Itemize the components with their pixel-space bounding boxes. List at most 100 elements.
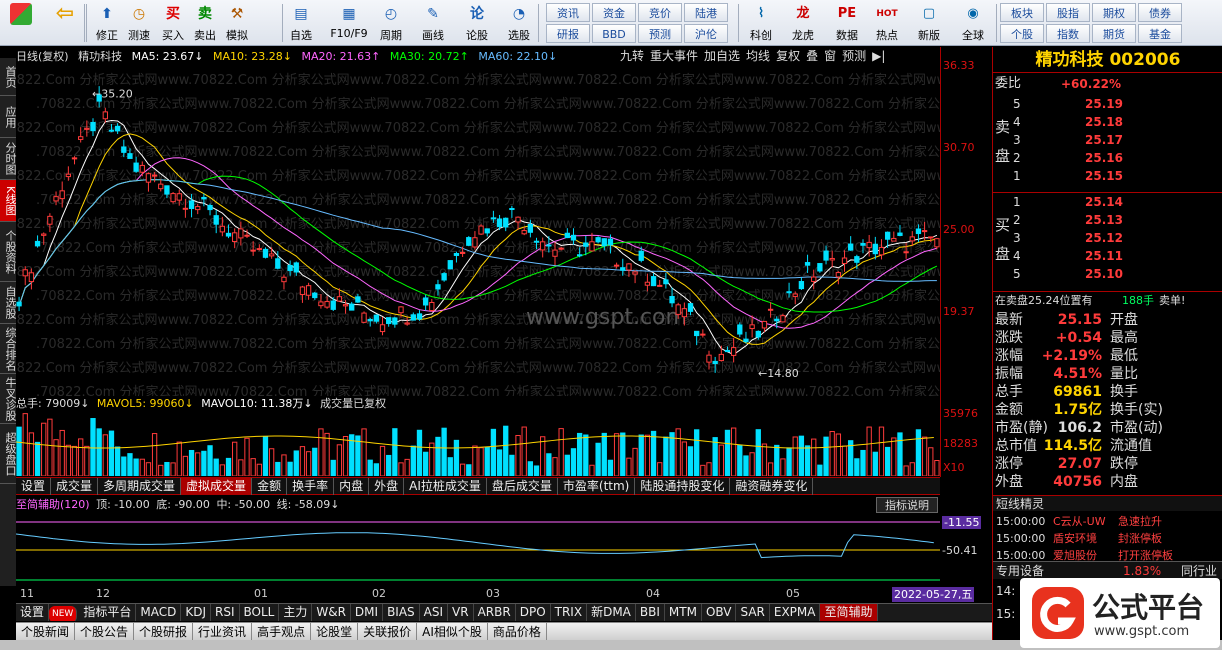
toolbar-small-button[interactable]: 期货	[1092, 24, 1136, 43]
left-tab[interactable]: 牛叉诊股	[0, 374, 17, 424]
buy-level-row[interactable]: 4 25.11	[993, 247, 1222, 265]
toolbar-small-button[interactable]: 研报	[546, 24, 590, 43]
buy-level-row[interactable]: 2 25.13	[993, 211, 1222, 229]
indicator-tab[interactable]: ASI	[420, 604, 449, 621]
toolbar-2-button[interactable]: 买买入	[156, 2, 190, 44]
grid-menu-icon[interactable]	[4, 2, 38, 44]
volume-tab[interactable]: AI拉桩成交量	[404, 478, 487, 495]
toolbar-small-button[interactable]: 债券	[1138, 3, 1182, 22]
volume-tab[interactable]: 设置	[16, 478, 52, 495]
toolbar-4-button[interactable]: ⚒ 模拟	[220, 2, 254, 44]
indicator-tab[interactable]: EXPMA	[770, 604, 821, 621]
left-tab[interactable]: 超级盘口	[0, 424, 17, 484]
volume-tab[interactable]: 外盘	[369, 478, 405, 495]
toolbar-0-button[interactable]: ⬆ 修正	[90, 2, 124, 44]
toolbar-6-button[interactable]: ▦ F10/F9	[328, 2, 370, 44]
sell-level-row[interactable]: 2 25.16	[993, 149, 1222, 167]
info-tab[interactable]: AI相似个股	[417, 623, 488, 640]
toolbar-small-button[interactable]: 指数	[1046, 24, 1090, 43]
volume-tab[interactable]: 融资融券变化	[730, 478, 814, 495]
indicator-tab[interactable]: MACD	[136, 604, 182, 621]
alert-row[interactable]: 15:00:00 盾安环境 封涨停板	[993, 530, 1222, 547]
left-tab[interactable]: K线图	[0, 180, 17, 222]
short-term-alerts-title[interactable]: 短线精灵	[993, 495, 1222, 511]
toolbar2-3-button[interactable]: HOT 热点	[870, 2, 904, 44]
period-label[interactable]: 日线(复权)	[16, 50, 69, 63]
indicator-tab[interactable]: MTM	[665, 604, 702, 621]
buy-level-row[interactable]: 3 25.12	[993, 229, 1222, 247]
toolbar-9-button[interactable]: 论论股	[460, 2, 494, 44]
volume-tab[interactable]: 成交量	[51, 478, 99, 495]
volume-tab[interactable]: 金额	[252, 478, 288, 495]
toolbar-small-button[interactable]: 期权	[1092, 3, 1136, 22]
chart-tool-button[interactable]: 叠	[806, 49, 818, 63]
indicator-tab[interactable]: 至简辅助	[820, 604, 878, 621]
chart-tool-button[interactable]: 预测	[842, 49, 866, 63]
toolbar-small-button[interactable]: 资讯	[546, 3, 590, 22]
left-tab[interactable]: 个股资料	[0, 222, 17, 282]
toolbar-small-button[interactable]: 股指	[1046, 3, 1090, 22]
indicator-tab[interactable]: SAR	[736, 604, 770, 621]
buy-level-row[interactable]: 5 25.10	[993, 265, 1222, 283]
indicator-tab[interactable]: TRIX	[551, 604, 588, 621]
toolbar-small-button[interactable]: BBD	[592, 24, 636, 43]
toolbar2-4-button[interactable]: ▢ 新版	[912, 2, 946, 44]
indicator-tab[interactable]: OBV	[702, 604, 737, 621]
indicator-tab[interactable]: BIAS	[383, 604, 420, 621]
indicator-tab[interactable]: W&R	[312, 604, 351, 621]
volume-tab[interactable]: 盘后成交量	[487, 478, 558, 495]
chart-tool-button[interactable]: 九转	[620, 49, 644, 63]
toolbar2-0-button[interactable]: ⌇ 科创	[744, 2, 778, 44]
buy-level-row[interactable]: 1 25.14	[993, 193, 1222, 211]
indicator-tab[interactable]: DMI	[351, 604, 384, 621]
left-tab[interactable]: 应用	[0, 96, 17, 138]
alert-row[interactable]: 15:00:00 C云从-UW 急速拉升	[993, 513, 1222, 530]
indicator-tab[interactable]: 设置	[16, 604, 50, 621]
left-tab[interactable]: 自选股	[0, 282, 17, 324]
sell-level-row[interactable]: 5 25.19	[993, 95, 1222, 113]
indicator-tab[interactable]: 指标平台	[79, 604, 137, 621]
toolbar2-5-button[interactable]: ◉ 全球	[956, 2, 990, 44]
indicator-tab[interactable]: DPO	[516, 604, 551, 621]
volume-tab[interactable]: 换手率	[287, 478, 335, 495]
toolbar-7-button[interactable]: ◴ 周期	[374, 2, 408, 44]
chart-tool-button[interactable]: ▶|	[872, 49, 885, 63]
indicator-tab[interactable]: 主力	[279, 604, 313, 621]
indicator-tab[interactable]: BBI	[636, 604, 665, 621]
volume-tab[interactable]: 多周期成交量	[98, 478, 182, 495]
indicator-tab[interactable]: RSI	[211, 604, 240, 621]
toolbar-small-button[interactable]: 基金	[1138, 24, 1182, 43]
info-tab[interactable]: 关联报价	[358, 623, 418, 640]
volume-tab[interactable]: 市盈率(ttm)	[558, 478, 636, 495]
chart-tool-button[interactable]: 窗	[824, 49, 836, 63]
left-tab[interactable]: 首页	[0, 58, 17, 96]
indicator-chart[interactable]	[16, 514, 940, 586]
info-tab[interactable]: 商品价格	[488, 623, 547, 640]
toolbar2-1-button[interactable]: 龙龙虎	[786, 2, 820, 44]
sell-level-row[interactable]: 4 25.18	[993, 113, 1222, 131]
left-tab[interactable]: 综合排名	[0, 324, 17, 374]
volume-tab[interactable]: 内盘	[334, 478, 370, 495]
indicator-tab[interactable]: KDJ	[181, 604, 211, 621]
toolbar-1-button[interactable]: ◷ 测速	[122, 2, 156, 44]
chart-tool-button[interactable]: 重大事件	[650, 49, 698, 63]
indicator-explain-button[interactable]: 指标说明	[876, 497, 938, 513]
chart-tool-button[interactable]: 均线	[746, 49, 770, 63]
toolbar2-2-button[interactable]: PE 数据	[830, 2, 864, 44]
info-tab[interactable]: 论股堂	[311, 623, 359, 640]
back-button[interactable]: ⇦	[48, 2, 82, 44]
toolbar-small-button[interactable]: 预测	[638, 24, 682, 43]
industry-row[interactable]: 专用设备 1.83% 同行业	[993, 561, 1222, 579]
chart-tool-button[interactable]: 复权	[776, 49, 800, 63]
toolbar-3-button[interactable]: 卖卖出	[188, 2, 222, 44]
indicator-tab[interactable]: 新DMA	[587, 604, 636, 621]
toolbar-10-button[interactable]: ◔ 选股	[502, 2, 536, 44]
left-tab[interactable]: 分时图	[0, 138, 17, 180]
toolbar-8-button[interactable]: ✎ 画线	[416, 2, 450, 44]
info-tab[interactable]: 高手观点	[252, 623, 312, 640]
volume-chart[interactable]	[16, 412, 940, 476]
indicator-tab[interactable]: BOLL	[240, 604, 280, 621]
info-tab[interactable]: 个股新闻	[16, 623, 76, 640]
volume-tab[interactable]: 虚拟成交量	[181, 478, 253, 495]
new-badge[interactable]: NEW	[49, 606, 78, 621]
